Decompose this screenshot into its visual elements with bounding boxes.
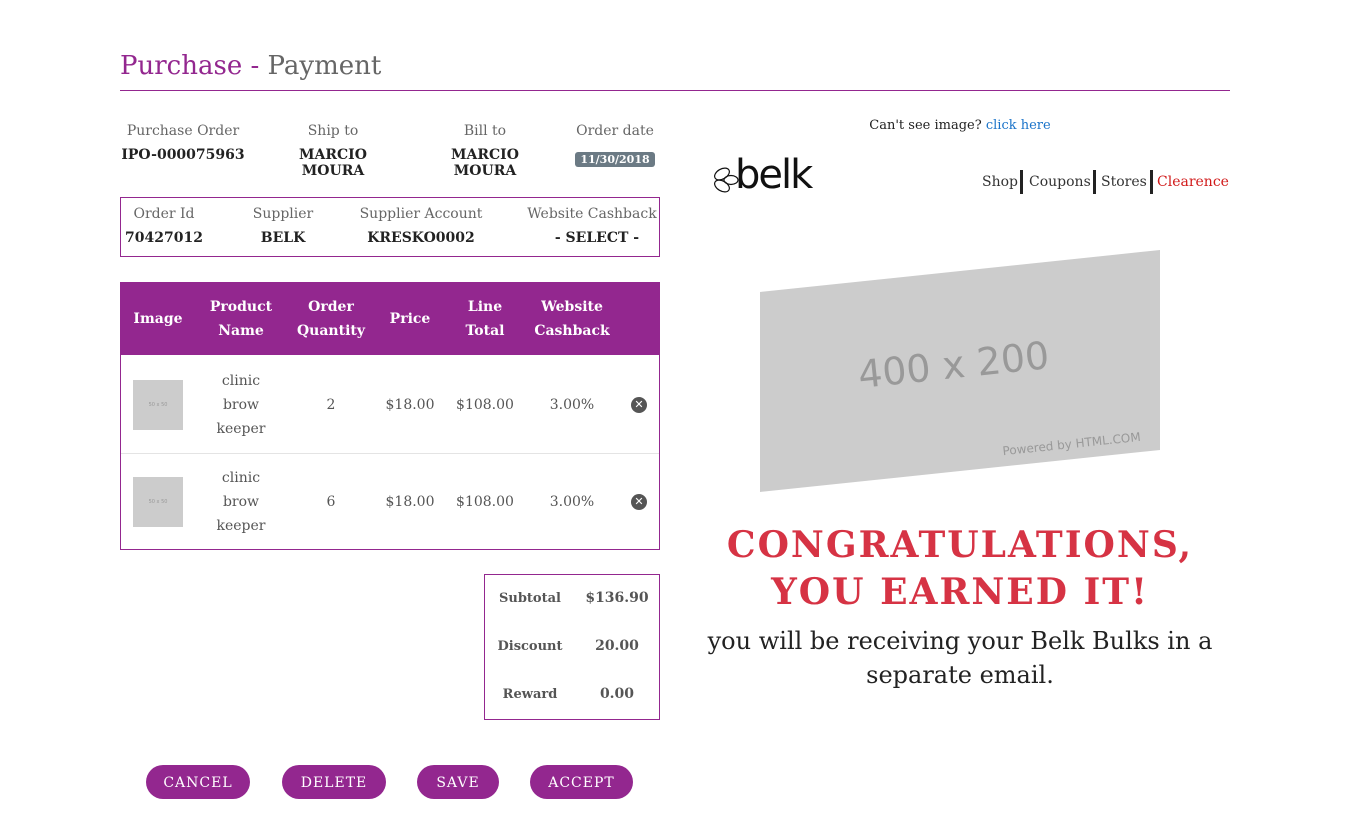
bill-to-value: MARCIO MOURA [451,147,519,179]
page-title: Purchase - Payment [120,48,381,84]
order-id-value: 70427012 [125,230,203,246]
remove-circle-icon[interactable]: ✕ [631,494,647,510]
supplier-label: Supplier [252,206,314,222]
cant-see-image-text: Can't see image? [869,118,982,133]
title-divider [120,90,1230,91]
header-product-name-line2: Name [218,323,264,339]
supplier-value: BELK [260,230,306,246]
product-name-line2: brow [222,494,260,510]
order-date-label: Order date [576,123,654,139]
line-total: $108.00 [456,397,514,413]
reward-value: 0.00 [599,686,635,702]
banner-placeholder-image: 400 x 200 Powered by HTML.COM [760,250,1160,492]
nav-shop[interactable]: Shop [982,170,1018,194]
subtotal-label: Subtotal [499,591,561,606]
product-name-line3: keeper [216,518,266,534]
line-total: $108.00 [456,494,514,510]
congrats-message-line1: you will be receiving your Belk Bulks in… [707,627,1213,655]
header-website-cashback-line2: Cashback [534,323,610,339]
banner-placeholder-graphic: 400 x 200 Powered by HTML.COM [760,250,1160,492]
nav-coupons[interactable]: Coupons [1029,170,1091,194]
price: $18.00 [385,494,435,510]
supplier-info-box: Order Id 70427012 Supplier BELK Supplier… [120,197,660,257]
click-here-link[interactable]: click here [986,118,1051,133]
header-order-quantity-line1: Order [308,299,354,315]
product-thumbnail: 50 x 50 [133,380,183,430]
header-product-name-line1: Product [209,299,273,315]
header-website-cashback-line1: Website [541,299,603,315]
purchase-order-value: IPO-000075963 [121,147,245,163]
order-date-badge: 11/30/2018 [575,152,655,167]
header-image: Image [133,311,183,327]
purchase-order-label: Purchase Order [126,123,240,139]
header-website-cashback: Website Cashback [527,295,617,343]
belk-logo-text: belk [735,152,813,198]
website-cashback: 3.00% [549,397,595,413]
product-name: clinic brow keeper [201,466,281,538]
congrats-line1: CONGRATULATIONS, [726,524,1194,566]
product-name-line1: clinic [221,373,261,389]
remove-circle-icon[interactable]: ✕ [631,397,647,413]
order-quantity: 6 [326,494,336,510]
nav-clearence[interactable]: Clearence [1157,170,1229,194]
nav-divider [1093,170,1096,194]
product-name: clinic brow keeper [201,369,281,441]
product-table-header: Image Product Name Order Quantity Price … [121,283,659,355]
congrats-message-line2: separate email. [866,661,1054,689]
header-product-name: Product Name [201,295,281,343]
header-line-total-line1: Line [467,299,503,315]
nav-stores[interactable]: Stores [1101,170,1147,194]
nav-divider [1150,170,1153,194]
header-line-total-line2: Total [465,323,505,339]
header-line-total: Line Total [451,295,519,343]
congrats-heading: CONGRATULATIONS, YOU EARNED IT! [700,522,1220,616]
product-name-line3: keeper [216,421,266,437]
ship-to-value: MARCIO MOURA [299,147,367,179]
table-row: 50 x 50 clinic brow keeper 2 $18.00 $108… [121,357,659,453]
bill-to-label: Bill to [463,123,507,139]
product-thumbnail: 50 x 50 [133,477,183,527]
product-name-line2: brow [222,397,260,413]
accept-button[interactable]: ACCEPT [530,765,633,799]
table-row: 50 x 50 clinic brow keeper 6 $18.00 $108… [121,454,659,550]
order-id-label: Order Id [133,206,195,222]
product-name-line1: clinic [221,470,261,486]
page-title-sub: Payment [267,51,382,81]
discount-label: Discount [497,639,563,654]
belk-logo[interactable]: belk [713,152,828,204]
supplier-account-label: Supplier Account [359,206,483,222]
cant-see-image-line: Can't see image? click here [800,118,1120,133]
congrats-line2: YOU EARNED IT! [771,571,1149,613]
reward-label: Reward [502,687,558,702]
cancel-button[interactable]: CANCEL [146,765,250,799]
product-table: Image Product Name Order Quantity Price … [120,282,660,550]
subtotal-value: $136.90 [585,590,649,606]
order-date-container: 11/30/2018 [570,148,660,167]
header-order-quantity-line2: Quantity [296,323,365,339]
congrats-message: you will be receiving your Belk Bulks in… [700,624,1220,692]
page-title-main: Purchase [120,51,243,81]
order-quantity: 2 [326,397,336,413]
header-price: Price [389,311,431,327]
page-title-separator: - [250,51,260,81]
save-button[interactable]: SAVE [417,765,499,799]
header-order-quantity: Order Quantity [291,295,371,343]
ship-to-label: Ship to [307,123,359,139]
website-cashback: 3.00% [549,494,595,510]
totals-box: Subtotal $136.90 Discount 20.00 Reward 0… [484,574,660,720]
nav-divider [1020,170,1023,194]
belk-nav: Shop Coupons Stores Clearence [960,170,1229,194]
website-cashback-label: Website Cashback [527,206,657,222]
price: $18.00 [385,397,435,413]
delete-button[interactable]: DELETE [282,765,386,799]
supplier-account-value: KRESKO0002 [367,230,475,246]
website-cashback-select[interactable]: - SELECT - [525,230,669,246]
discount-value: 20.00 [595,638,639,654]
